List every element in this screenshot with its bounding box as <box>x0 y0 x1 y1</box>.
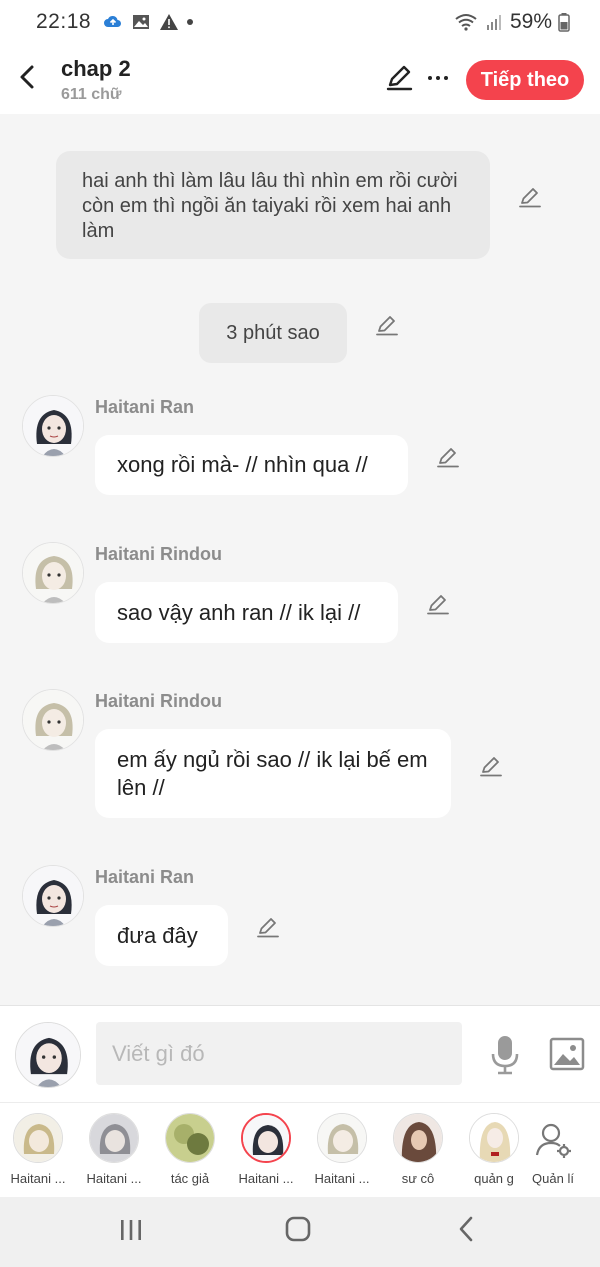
character-selector: Haitani ... Haitani ... tác giả Haitani … <box>0 1102 600 1197</box>
speaker-name: Haitani Rindou <box>95 544 222 564</box>
recent-apps-icon[interactable] <box>118 1217 144 1243</box>
chat-area[interactable]: hai anh thì làm lâu lâu thì nhìn em rồi … <box>0 114 600 1005</box>
image-icon[interactable] <box>549 1037 585 1071</box>
character-item[interactable]: tác giả <box>152 1103 228 1198</box>
edit-pencil-icon[interactable] <box>426 592 450 616</box>
character-portrait-icon <box>16 1023 80 1087</box>
character-portrait-icon <box>23 690 83 750</box>
character-avatar <box>469 1113 519 1163</box>
more-dot-icon <box>428 76 432 80</box>
character-label: tác giả <box>170 1171 210 1186</box>
character-avatar <box>241 1113 291 1163</box>
warning-icon <box>160 14 179 30</box>
avatar-haitani-ran[interactable] <box>22 395 84 457</box>
chevron-left-icon <box>20 65 34 89</box>
character-avatar <box>317 1113 367 1163</box>
character-label: Quản lí <box>532 1171 574 1186</box>
user-settings-icon <box>535 1123 571 1158</box>
character-portrait-icon <box>318 1114 366 1162</box>
home-icon[interactable] <box>285 1216 311 1242</box>
character-label: Haitani ... <box>86 1171 142 1186</box>
character-avatar <box>165 1113 215 1163</box>
manage-characters-button[interactable]: Quản lí <box>515 1103 591 1198</box>
character-item[interactable]: Haitani ... <box>76 1103 152 1198</box>
message-composer <box>0 1005 600 1102</box>
character-portrait-icon <box>166 1114 214 1162</box>
message-bubble[interactable]: sao vậy anh ran // ik lại // <box>95 582 398 643</box>
more-dot-icon <box>444 76 448 80</box>
character-avatar <box>89 1113 139 1163</box>
cloud-upload-icon <box>104 15 122 27</box>
character-portrait-icon <box>23 866 83 926</box>
status-time: 22:18 <box>36 10 92 33</box>
avatar-haitani-rindou[interactable] <box>22 689 84 751</box>
wifi-icon <box>455 14 477 31</box>
microphone-icon[interactable] <box>488 1034 522 1076</box>
character-portrait-icon <box>90 1114 138 1162</box>
edit-pencil-icon[interactable] <box>385 64 413 92</box>
back-icon[interactable] <box>455 1215 477 1243</box>
battery-icon <box>558 13 570 32</box>
character-portrait-icon <box>394 1114 442 1162</box>
character-item[interactable]: Haitani ... <box>0 1103 76 1198</box>
message-input[interactable] <box>96 1022 462 1085</box>
speaker-name: Haitani Rindou <box>95 691 222 711</box>
character-item[interactable]: Haitani ... <box>304 1103 380 1198</box>
character-label: Haitani ... <box>238 1171 294 1186</box>
page-title: chap 2 <box>61 56 131 81</box>
message-bubble[interactable]: đưa đây <box>95 905 228 966</box>
speaker-name: Haitani Ran <box>95 397 195 417</box>
back-button[interactable] <box>10 58 44 96</box>
character-portrait-icon <box>470 1114 518 1162</box>
notification-dot-icon <box>187 19 194 25</box>
top-app-bar: chap 2 611 chữ Tiếp theo <box>0 44 600 114</box>
edit-pencil-icon[interactable] <box>436 445 460 469</box>
character-portrait-icon <box>14 1114 62 1162</box>
narration-block[interactable]: hai anh thì làm lâu lâu thì nhìn em rồi … <box>56 151 490 259</box>
edit-pencil-icon[interactable] <box>479 754 503 778</box>
gallery-icon <box>133 15 150 29</box>
character-portrait-icon <box>23 396 83 456</box>
more-options-button[interactable] <box>425 64 451 92</box>
edit-pencil-icon[interactable] <box>375 313 399 337</box>
message-bubble[interactable]: xong rồi mà- // nhìn qua // <box>95 435 408 495</box>
avatar-haitani-rindou[interactable] <box>22 542 84 604</box>
system-nav-bar <box>0 1197 600 1267</box>
message-bubble[interactable]: em ấy ngủ rồi sao // ik lại bế em lên // <box>95 729 451 818</box>
character-item[interactable]: sư cô <box>380 1103 456 1198</box>
character-label: sư cô <box>401 1171 435 1186</box>
edit-pencil-icon[interactable] <box>256 915 280 939</box>
character-portrait-icon <box>23 543 83 603</box>
next-chapter-button[interactable]: Tiếp theo <box>466 60 584 100</box>
character-item[interactable]: Haitani ... <box>228 1103 304 1198</box>
more-dot-icon <box>436 76 440 80</box>
time-note[interactable]: 3 phút sao <box>199 303 347 363</box>
speaker-name: Haitani Ran <box>95 867 195 887</box>
status-bar: 22:18 59% <box>0 0 600 44</box>
signal-icon <box>486 15 501 30</box>
word-count: 611 chữ <box>61 86 122 103</box>
character-avatar <box>13 1113 63 1163</box>
character-portrait-icon <box>243 1115 289 1161</box>
selected-character-avatar[interactable] <box>15 1022 81 1088</box>
battery-percent: 59% <box>509 10 552 33</box>
character-label: Haitani ... <box>10 1171 66 1186</box>
character-avatar <box>393 1113 443 1163</box>
avatar-haitani-ran[interactable] <box>22 865 84 927</box>
character-label: Haitani ... <box>314 1171 370 1186</box>
edit-pencil-icon[interactable] <box>518 185 542 209</box>
